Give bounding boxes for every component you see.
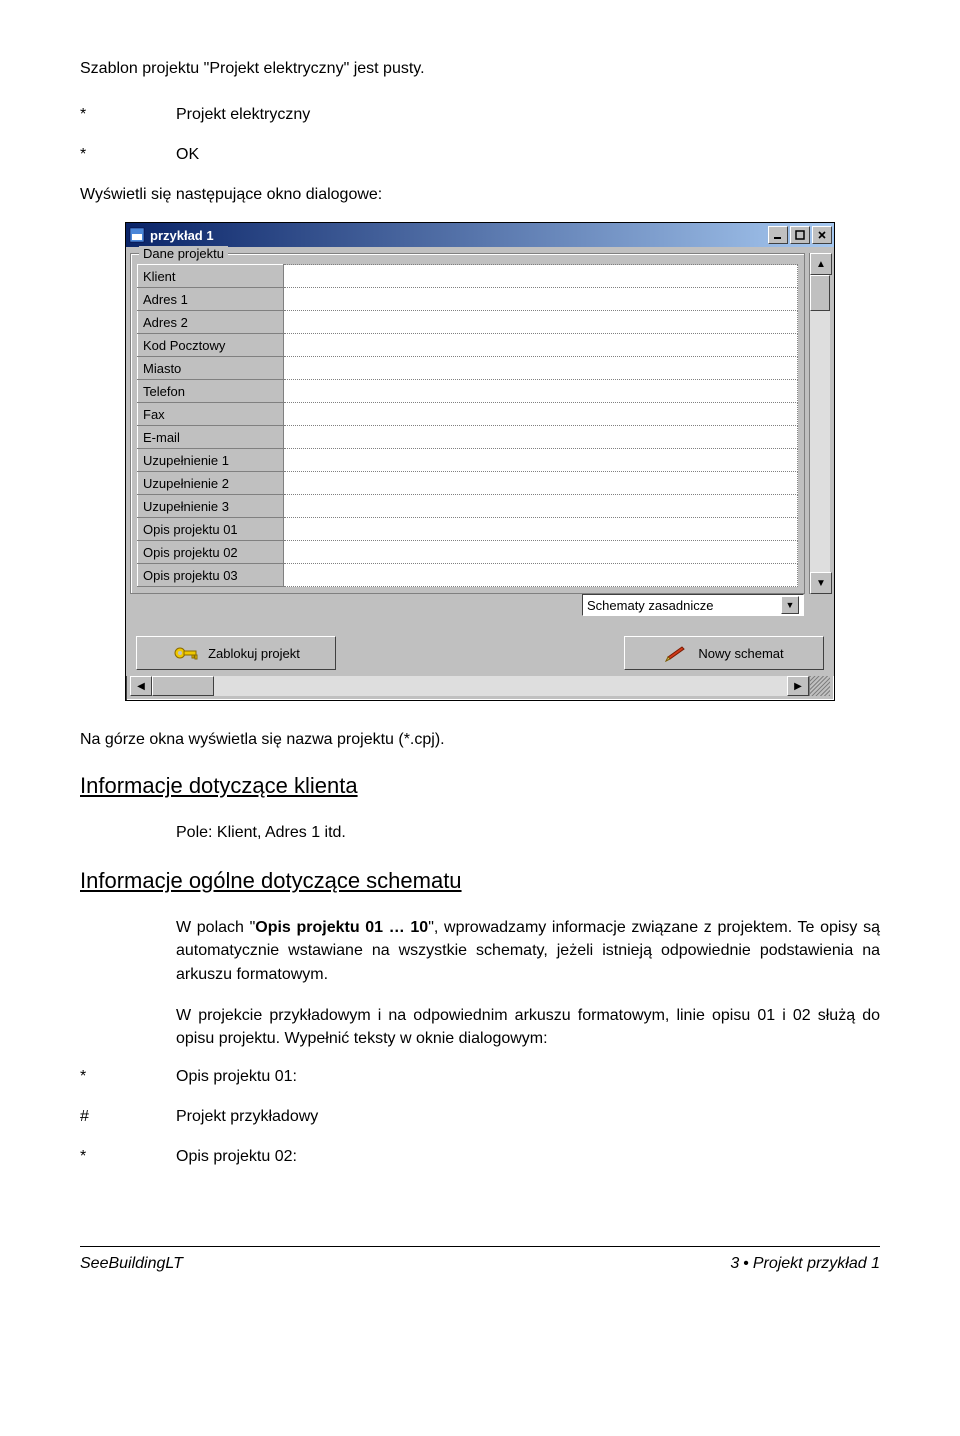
table-row: Adres 1 xyxy=(138,288,798,311)
field-label: Fax xyxy=(138,403,284,426)
schema-type-combobox[interactable]: Schematy zasadnicze ▼ xyxy=(582,594,804,616)
field-value[interactable] xyxy=(284,449,798,472)
footer-left: SeeBuildingLT xyxy=(80,1255,183,1273)
titlebar: przykład 1 xyxy=(126,223,834,247)
table-row: Opis projektu 02 xyxy=(138,541,798,564)
page-footer: SeeBuildingLT 3•Projekt przykład 1 xyxy=(80,1246,880,1273)
field-value[interactable] xyxy=(284,541,798,564)
section2-para2: W projekcie przykładowym i na odpowiedni… xyxy=(176,1004,880,1050)
field-label: Uzupełnienie 3 xyxy=(138,495,284,518)
table-row: E-mail xyxy=(138,426,798,449)
project-data-group: Dane projektu KlientAdres 1Adres 2Kod Po… xyxy=(130,253,805,594)
bullet-marker: * xyxy=(80,146,176,164)
field-value[interactable] xyxy=(284,265,798,288)
bullet-marker: * xyxy=(80,106,176,124)
lock-project-button[interactable]: Zablokuj projekt xyxy=(136,636,336,670)
list-item: *Opis projektu 02: xyxy=(80,1148,880,1166)
table-row: Kod Pocztowy xyxy=(138,334,798,357)
field-label: E-mail xyxy=(138,426,284,449)
field-label: Telefon xyxy=(138,380,284,403)
project-data-table: KlientAdres 1Adres 2Kod PocztowyMiastoTe… xyxy=(137,264,798,587)
intro-text: Szablon projektu "Projekt elektryczny" j… xyxy=(80,60,880,78)
bullet-text: Projekt elektryczny xyxy=(176,106,880,124)
table-row: Fax xyxy=(138,403,798,426)
field-label: Adres 1 xyxy=(138,288,284,311)
list-item: *Projekt elektryczny xyxy=(80,106,880,124)
footer-right: 3•Projekt przykład 1 xyxy=(730,1255,880,1273)
field-label: Opis projektu 01 xyxy=(138,518,284,541)
list-item: #Projekt przykładowy xyxy=(80,1108,880,1126)
table-row: Klient xyxy=(138,265,798,288)
table-row: Adres 2 xyxy=(138,311,798,334)
app-icon xyxy=(128,226,146,244)
lock-button-label: Zablokuj projekt xyxy=(208,646,300,661)
chevron-down-icon[interactable]: ▼ xyxy=(781,596,799,614)
field-label: Uzupełnienie 1 xyxy=(138,449,284,472)
field-label: Uzupełnienie 2 xyxy=(138,472,284,495)
dialog-window: przykład 1 Dane projektu KlientAdres 1Ad… xyxy=(125,222,835,701)
dialog-intro-text: Wyświetli się następujące okno dialogowe… xyxy=(80,186,880,204)
table-row: Opis projektu 03 xyxy=(138,564,798,587)
scroll-left-button[interactable]: ◀ xyxy=(130,676,152,696)
close-button[interactable] xyxy=(812,226,832,244)
list-item: *Opis projektu 01: xyxy=(80,1068,880,1086)
new-schema-button[interactable]: Nowy schemat xyxy=(624,636,824,670)
field-value[interactable] xyxy=(284,357,798,380)
bullet-text: Opis projektu 01: xyxy=(176,1068,880,1086)
list-item: *OK xyxy=(80,146,880,164)
bullet-text: Opis projektu 02: xyxy=(176,1148,880,1166)
caption-text: Na górze okna wyświetla się nazwa projek… xyxy=(80,731,880,749)
field-value[interactable] xyxy=(284,564,798,587)
scroll-thumb[interactable] xyxy=(810,275,830,311)
scroll-down-button[interactable]: ▼ xyxy=(810,572,832,594)
field-label: Opis projektu 02 xyxy=(138,541,284,564)
window-title: przykład 1 xyxy=(150,228,768,243)
section-heading-schema: Informacje ogólne dotyczące schematu xyxy=(80,868,880,894)
field-label: Kod Pocztowy xyxy=(138,334,284,357)
field-label: Klient xyxy=(138,265,284,288)
resize-grip[interactable] xyxy=(809,676,830,696)
bullet-text: OK xyxy=(176,146,880,164)
table-row: Uzupełnienie 1 xyxy=(138,449,798,472)
table-row: Miasto xyxy=(138,357,798,380)
field-value[interactable] xyxy=(284,403,798,426)
maximize-button[interactable] xyxy=(790,226,810,244)
bullet-marker: # xyxy=(80,1108,176,1126)
field-value[interactable] xyxy=(284,472,798,495)
key-icon xyxy=(172,643,200,663)
section1-para: Pole: Klient, Adres 1 itd. xyxy=(176,821,880,844)
table-row: Telefon xyxy=(138,380,798,403)
bullet-text: Projekt przykładowy xyxy=(176,1108,880,1126)
bullet-marker: * xyxy=(80,1068,176,1086)
table-row: Uzupełnienie 2 xyxy=(138,472,798,495)
field-label: Adres 2 xyxy=(138,311,284,334)
hscroll-thumb[interactable] xyxy=(152,676,214,696)
brush-icon xyxy=(664,643,690,663)
table-row: Uzupełnienie 3 xyxy=(138,495,798,518)
field-value[interactable] xyxy=(284,495,798,518)
minimize-button[interactable] xyxy=(768,226,788,244)
vertical-scrollbar[interactable]: ▲ ▼ xyxy=(809,253,830,594)
section-heading-client: Informacje dotyczące klienta xyxy=(80,773,880,799)
section2-para1: W polach "Opis projektu 01 … 10", wprowa… xyxy=(176,916,880,986)
group-legend: Dane projektu xyxy=(139,246,228,261)
horizontal-scrollbar[interactable]: ◀ ▶ xyxy=(130,676,830,696)
combobox-value: Schematy zasadnicze xyxy=(587,598,713,613)
new-button-label: Nowy schemat xyxy=(698,646,783,661)
field-label: Opis projektu 03 xyxy=(138,564,284,587)
field-value[interactable] xyxy=(284,380,798,403)
scroll-up-button[interactable]: ▲ xyxy=(810,253,832,275)
field-value[interactable] xyxy=(284,288,798,311)
field-label: Miasto xyxy=(138,357,284,380)
field-value[interactable] xyxy=(284,518,798,541)
field-value[interactable] xyxy=(284,426,798,449)
field-value[interactable] xyxy=(284,334,798,357)
table-row: Opis projektu 01 xyxy=(138,518,798,541)
field-value[interactable] xyxy=(284,311,798,334)
scroll-right-button[interactable]: ▶ xyxy=(787,676,809,696)
bullet-marker: * xyxy=(80,1148,176,1166)
